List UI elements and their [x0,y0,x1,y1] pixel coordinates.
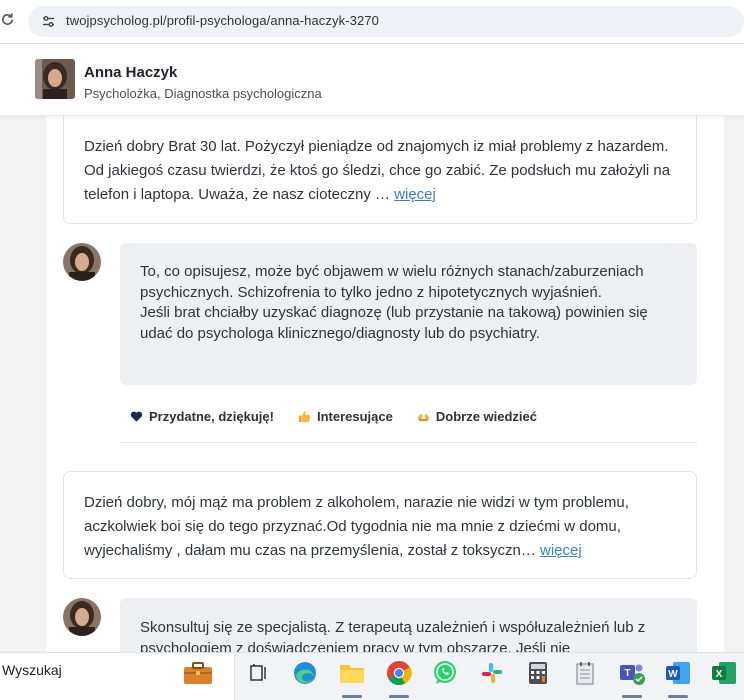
reaction-bar: Przydatne, dziękuję! Interesujące Dobrze… [130,406,537,426]
task-view-icon[interactable] [243,657,275,689]
reaction-label: Dobrze wiedzieć [435,408,537,424]
site-settings-icon[interactable] [42,15,55,28]
notepad-icon[interactable] [569,657,601,689]
thumbs-up-icon [298,410,311,423]
profile-title: Psycholożka, Diagnostka psychologiczna [84,86,322,101]
question-card: Dzień dobry Brat 30 lat. Pożyczył pienią… [63,110,697,224]
answer-bubble: To, co opisujesz, może być objawem w wie… [120,243,697,385]
active-indicator [668,695,688,698]
hands-icon [417,410,430,423]
url-field[interactable]: twojpsycholog.pl/profil-psychologa/anna-… [28,6,744,37]
answer-paragraph: To, co opisujesz, może być objawem w wie… [140,263,644,301]
reaction-label: Interesujące [316,408,393,424]
profile-avatar[interactable] [35,59,75,99]
chrome-icon[interactable] [383,657,415,689]
answer-paragraph: Jeśli brat chciałby uzyskać diagnozę (lu… [140,304,648,342]
svg-text:X: X [716,669,723,680]
search-label: Wyszukaj [2,662,62,678]
briefcase-icon[interactable] [182,657,214,689]
profile-header: Anna Haczyk Psycholożka, Diagnostka psyc… [0,44,744,116]
active-indicator [342,695,362,698]
slack-icon[interactable] [476,657,508,689]
reload-icon[interactable] [0,12,16,30]
svg-text:T: T [624,668,630,679]
calculator-icon[interactable] [522,657,554,689]
question-text: Dzień dobry Brat 30 lat. Pożyczył pienią… [84,138,671,203]
divider [120,442,697,443]
browser-address-bar: twojpsycholog.pl/profil-psychologa/anna-… [0,0,744,44]
profile-name[interactable]: Anna Haczyk [84,64,177,81]
answer-avatar[interactable] [63,598,101,636]
teams-icon[interactable]: T [616,657,648,689]
reaction-helpful-button[interactable]: Przydatne, dziękuję! [130,409,274,424]
read-more-link[interactable]: więcej [394,186,436,203]
url-text[interactable]: twojpsycholog.pl/profil-psychologa/anna-… [66,13,379,28]
reaction-label: Przydatne, dziękuję! [149,408,274,424]
answer-avatar[interactable] [63,243,101,281]
active-indicator [389,695,409,698]
read-more-link[interactable]: więcej [540,542,582,559]
reaction-good-to-know-button[interactable]: Dobrze wiedzieć [417,409,537,424]
file-explorer-icon[interactable] [336,657,368,689]
whatsapp-icon[interactable] [429,657,461,689]
heart-icon [130,410,143,423]
active-indicator [622,695,642,698]
edge-icon[interactable] [289,657,321,689]
reaction-interesting-button[interactable]: Interesujące [298,409,393,424]
word-icon[interactable]: W [662,657,694,689]
svg-text:W: W [668,669,678,680]
question-card: Dzień dobry, mój mąż ma problem z alkoho… [63,471,697,579]
excel-icon[interactable]: X [708,657,740,689]
taskbar: Wyszukaj T W X [0,652,744,700]
